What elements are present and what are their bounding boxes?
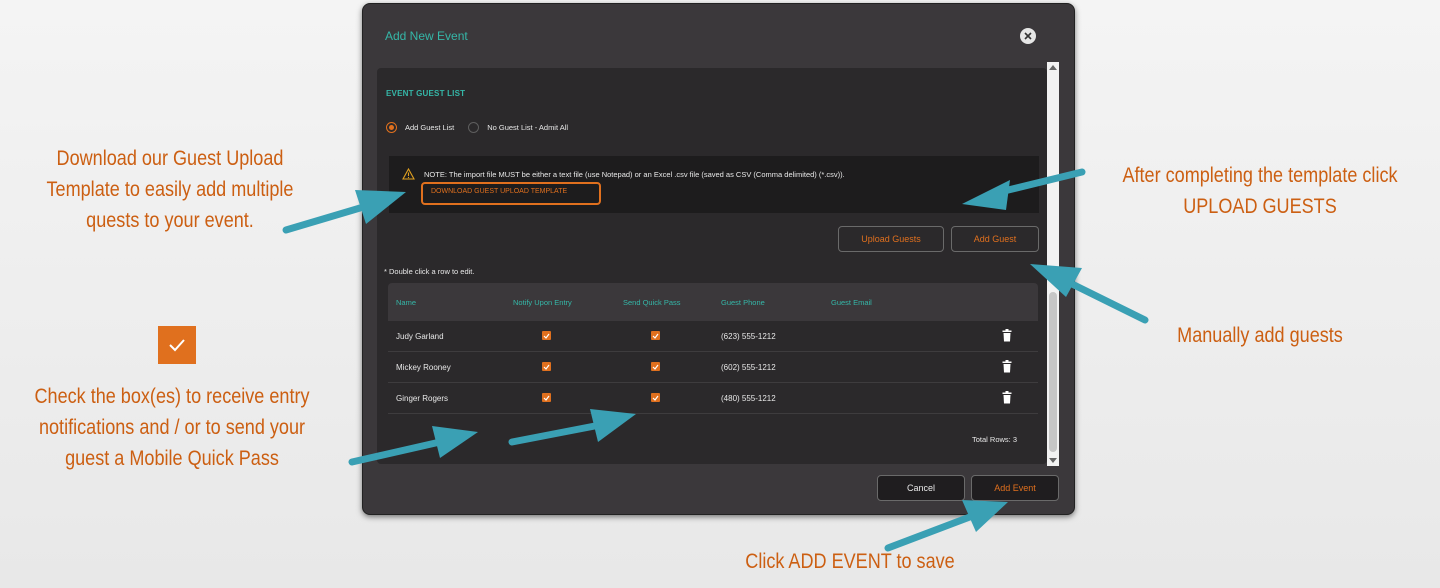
guest-name: Ginger Rogers [396, 394, 449, 403]
add-event-button[interactable]: Add Event [971, 475, 1059, 501]
add-event-modal: Add New Event EVENT GUEST LIST Add Guest… [362, 3, 1075, 515]
table-row[interactable]: Ginger Rogers (480) 555-1212 [388, 383, 1038, 414]
import-note: NOTE: The import file MUST be either a t… [389, 156, 1039, 213]
note-text: NOTE: The import file MUST be either a t… [424, 170, 845, 179]
radio-no-guest-list-label[interactable]: No Guest List - Admit All [487, 123, 568, 132]
guest-list-panel: EVENT GUEST LIST Add Guest List No Guest… [377, 68, 1047, 464]
scroll-down-icon[interactable] [1049, 458, 1057, 463]
section-title: EVENT GUEST LIST [386, 89, 466, 98]
trash-icon[interactable] [1002, 360, 1012, 373]
annotation-line: Download our Guest Upload [56, 147, 284, 170]
column-header: Send Quick Pass [623, 298, 681, 307]
quick-pass-checkbox[interactable] [651, 393, 660, 402]
annotation-download-template: Download our Guest Upload Template to ea… [24, 143, 316, 236]
column-header: Guest Phone [721, 298, 765, 307]
guest-list-mode: Add Guest List No Guest List - Admit All [386, 122, 582, 133]
notify-checkbox[interactable] [542, 331, 551, 340]
annotation-line: guest a Mobile Quick Pass [65, 447, 279, 470]
cancel-button[interactable]: Cancel [877, 475, 965, 501]
total-rows: Total Rows: 3 [972, 435, 1018, 444]
annotation-add-event: Click ADD EVENT to save [738, 546, 962, 577]
checkmark-icon [543, 333, 550, 339]
checkmark-icon [652, 395, 659, 401]
checkmark-icon [169, 339, 185, 352]
checkmark-icon [652, 333, 659, 339]
guest-phone: (602) 555-1212 [721, 363, 776, 372]
radio-add-guest-list-label[interactable]: Add Guest List [405, 123, 454, 132]
column-header: Guest Email [831, 298, 872, 307]
trash-icon[interactable] [1002, 329, 1012, 342]
scroll-up-icon[interactable] [1049, 65, 1057, 70]
annotation-line: quests to your event. [86, 209, 254, 232]
sample-checkbox-icon [158, 326, 196, 364]
annotation-line: After completing the template click [1122, 164, 1398, 187]
add-guest-button[interactable]: Add Guest [951, 226, 1039, 252]
annotation-line: notifications and / or to send your [38, 416, 306, 439]
annotation-line: Check the box(es) to receive entry [34, 385, 310, 408]
annotation-line: UPLOAD GUESTS [1183, 195, 1337, 218]
annotation-upload-guests: After completing the template click UPLO… [1105, 160, 1415, 222]
quick-pass-checkbox[interactable] [651, 362, 660, 371]
notify-checkbox[interactable] [542, 362, 551, 371]
column-header: Notify Upon Entry [513, 298, 572, 307]
checkmark-icon [543, 395, 550, 401]
modal-scrollbar[interactable] [1047, 62, 1059, 466]
guest-phone: (480) 555-1212 [721, 394, 776, 403]
annotation-line: Click ADD EVENT to save [745, 550, 955, 573]
column-header: Name [396, 298, 417, 307]
radio-add-guest-list[interactable] [386, 122, 397, 133]
trash-icon[interactable] [1002, 391, 1012, 404]
checkmark-icon [652, 364, 659, 370]
table-row[interactable]: Judy Garland (623) 555-1212 [388, 321, 1038, 352]
table-row[interactable]: Mickey Rooney (602) 555-1212 [388, 352, 1038, 383]
edit-hint: * Double click a row to edit. [384, 267, 475, 276]
annotation-manual-add: Manually add guests [1148, 320, 1372, 351]
close-button[interactable] [1020, 28, 1036, 44]
modal-title: Add New Event [385, 29, 468, 43]
annotation-line: Manually add guests [1177, 324, 1343, 347]
scroll-thumb[interactable] [1049, 292, 1057, 452]
upload-guests-button[interactable]: Upload Guests [838, 226, 944, 252]
warning-icon [402, 168, 415, 180]
guest-phone: (623) 555-1212 [721, 332, 776, 341]
guest-name: Mickey Rooney [396, 363, 451, 372]
checkmark-icon [543, 364, 550, 370]
annotation-line: Template to easily add multiple [46, 178, 294, 201]
download-template-link[interactable]: DOWNLOAD GUEST UPLOAD TEMPLATE [421, 182, 601, 205]
notify-checkbox[interactable] [542, 393, 551, 402]
quick-pass-checkbox[interactable] [651, 331, 660, 340]
close-icon [1024, 32, 1032, 40]
guest-name: Judy Garland [396, 332, 444, 341]
radio-no-guest-list[interactable] [468, 122, 480, 133]
guest-table-header: Name Notify Upon Entry Send Quick Pass G… [388, 283, 1038, 321]
annotation-checkboxes: Check the box(es) to receive entry notif… [24, 381, 320, 474]
